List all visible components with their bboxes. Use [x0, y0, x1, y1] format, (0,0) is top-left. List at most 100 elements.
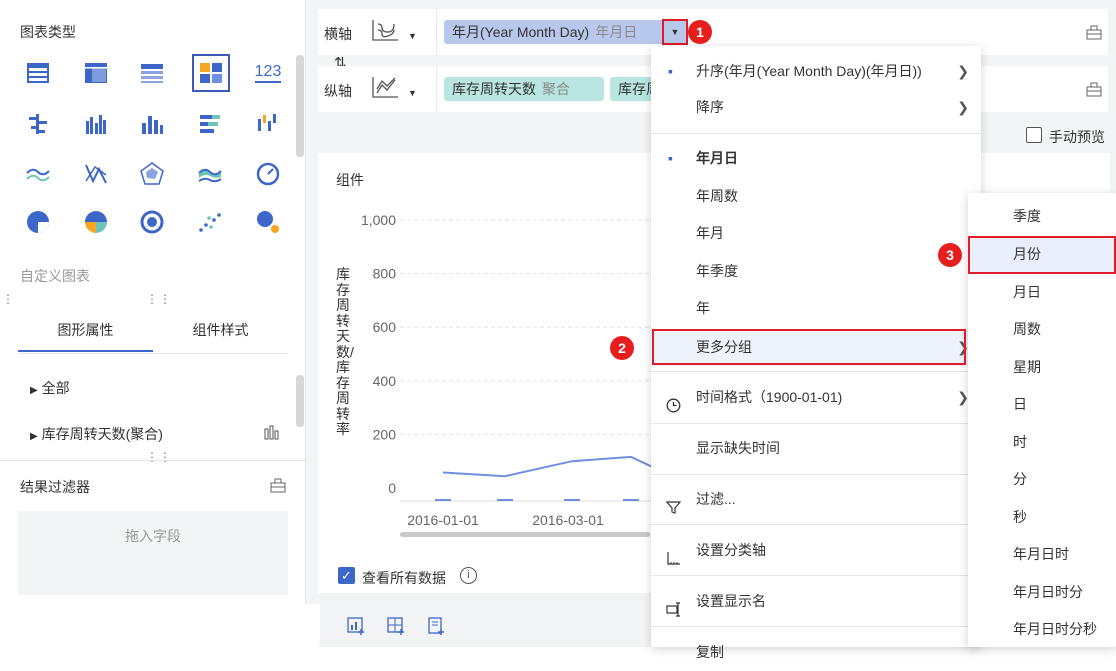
view-all-checkbox[interactable]: ✓	[338, 567, 355, 584]
submenu-item-ymdh[interactable]: 年月日时	[968, 536, 1116, 573]
menu-item-display-name[interactable]: 设置显示名	[651, 583, 981, 620]
parallel-line-icon[interactable]	[78, 156, 114, 192]
tree-item-all[interactable]: ▶ 全部	[30, 378, 70, 398]
submenu-item-hour[interactable]: 时	[968, 424, 1116, 461]
submenu-item-label: 日	[1013, 396, 1027, 412]
result-filter-title: 结果过滤器	[20, 479, 90, 495]
gauge-icon[interactable]	[250, 156, 286, 192]
menu-item-year-quarter[interactable]: 年季度	[651, 253, 981, 290]
menu-item-category-axis[interactable]: 设置分类轴	[651, 532, 981, 569]
menu-item-label: 时间格式（1900-01-01)	[696, 389, 843, 405]
chevron-right-icon: ❯	[957, 63, 969, 79]
column-icon[interactable]	[134, 106, 170, 142]
y-axis-field-chip-1[interactable]: 库存周转天数 聚合	[444, 77, 604, 101]
submenu-item-quarter[interactable]: 季度	[968, 198, 1116, 235]
radar-icon[interactable]	[134, 156, 170, 192]
menu-item-label: 显示缺失时间	[696, 440, 780, 456]
property-tabs: 图形属性 组件样式	[18, 310, 288, 352]
bubble-icon[interactable]	[250, 204, 286, 240]
stacked-bar-icon[interactable]	[192, 106, 228, 142]
chart-type-title: 图表类型	[20, 24, 76, 40]
menu-item-label: 升序(年月(Year Month Day)(年月日))	[696, 63, 922, 79]
submenu-item-label: 年月日时	[1013, 546, 1069, 562]
tab-graphic-properties[interactable]: 图形属性	[18, 310, 153, 352]
menu-divider	[651, 575, 981, 576]
chart-scrollbar[interactable]	[400, 532, 650, 537]
submenu-item-month-day[interactable]: 月日	[968, 274, 1116, 311]
y-axis-field-name: 库存周转天数	[452, 81, 536, 97]
drag-handle-icon[interactable]: ⋮⋮	[146, 450, 172, 464]
submenu-item-ymdhm[interactable]: 年月日时分	[968, 574, 1116, 611]
menu-item-filter[interactable]: 过滤...	[651, 481, 981, 518]
x-axis-field-chip[interactable]: 年月(Year Month Day) 年月日	[444, 20, 688, 44]
scatter-icon[interactable]	[192, 204, 228, 240]
grouped-bar-icon[interactable]	[78, 106, 114, 142]
rose-chart-icon[interactable]	[78, 204, 114, 240]
menu-item-descending[interactable]: 降序 ❯	[651, 89, 981, 126]
cross-table-icon[interactable]	[78, 55, 114, 91]
tab-divider	[18, 353, 288, 354]
tree-item-measure[interactable]: ▶ 库存周转天数(聚合)	[30, 424, 163, 444]
menu-item-copy[interactable]: 复制	[651, 634, 981, 671]
menu-item-year-week[interactable]: 年周数	[651, 178, 981, 215]
add-dashboard-icon[interactable]	[386, 616, 406, 639]
menu-item-ascending[interactable]: ▪ 升序(年月(Year Month Day)(年月日)) ❯	[651, 53, 981, 90]
number-icon[interactable]: 123	[250, 55, 286, 91]
splitter-handle-icon[interactable]: ⋮	[2, 292, 14, 306]
submenu-item-week-number[interactable]: 周数	[968, 311, 1116, 348]
info-icon[interactable]: i	[460, 567, 477, 584]
submenu-item-ymdhms[interactable]: 年月日时分秒	[968, 611, 1116, 648]
x-axis-field-grouping: 年月日	[595, 24, 638, 40]
manual-preview-checkbox[interactable]	[1026, 127, 1042, 143]
y-axis-type-icon[interactable]	[370, 75, 400, 104]
y-axis-settings-icon[interactable]	[1086, 81, 1102, 100]
y-tick-label: 1,000	[361, 212, 396, 228]
filter-drop-zone[interactable]: 拖入字段	[18, 511, 288, 595]
menu-item-label: 降序	[696, 99, 724, 115]
submenu-item-weekday[interactable]: 星期	[968, 349, 1116, 386]
x-axis-type-icon[interactable]	[370, 18, 400, 47]
menu-item-year-month[interactable]: 年月	[651, 215, 981, 252]
submenu-item-label: 年月日时分秒	[1013, 621, 1097, 637]
x-axis-settings-icon[interactable]	[1086, 24, 1102, 43]
submenu-item-label: 星期	[1013, 359, 1041, 375]
filter-settings-icon[interactable]	[270, 477, 286, 496]
submenu-item-minute[interactable]: 分	[968, 461, 1116, 498]
tab-component-style[interactable]: 组件样式	[153, 310, 288, 352]
x-axis-field-name: 年月(Year Month Day)	[452, 24, 590, 40]
chevron-right-icon: ❯	[957, 99, 969, 115]
pie-chart-icon[interactable]	[20, 204, 56, 240]
chart-type-scrollbar[interactable]	[296, 55, 304, 157]
drag-handle-icon[interactable]: ⋮⋮	[146, 292, 172, 306]
x-chip-dropdown-button[interactable]: ▼	[662, 19, 688, 45]
line-chart-icon[interactable]	[20, 156, 56, 192]
donut-chart-icon[interactable]	[134, 204, 170, 240]
add-report-icon[interactable]	[426, 616, 446, 639]
submenu-item-day[interactable]: 日	[968, 386, 1116, 423]
caret-down-icon[interactable]: ▼	[408, 31, 417, 41]
property-scrollbar[interactable]	[296, 375, 304, 427]
detail-table-icon[interactable]	[134, 55, 170, 91]
menu-item-year[interactable]: 年	[651, 290, 981, 327]
highlight-month	[968, 236, 1116, 274]
area-chart-icon[interactable]	[192, 156, 228, 192]
menu-item-show-missing-time[interactable]: 显示缺失时间	[651, 430, 981, 467]
highlight-more-grouping	[652, 329, 966, 365]
bar-chart-icon[interactable]	[264, 424, 280, 443]
menu-item-year-month-day[interactable]: ▪ 年月日	[651, 140, 981, 177]
menu-item-label: 过滤...	[696, 491, 736, 507]
menu-item-time-format[interactable]: 时间格式（1900-01-01) ❯	[651, 379, 981, 416]
waterfall-icon[interactable]	[250, 106, 286, 142]
zero-bar-mark	[435, 499, 451, 501]
component-title: 组件	[336, 172, 364, 188]
submenu-item-label: 月日	[1013, 284, 1041, 300]
submenu-item-second[interactable]: 秒	[968, 499, 1116, 536]
table-icon[interactable]	[20, 55, 56, 91]
dashboard-icon[interactable]	[192, 54, 230, 92]
add-chart-icon[interactable]	[346, 616, 366, 639]
y-tick-label: 800	[373, 266, 397, 282]
caret-down-icon[interactable]: ▼	[408, 88, 417, 98]
bar-horizontal-icon[interactable]	[20, 106, 56, 142]
menu-item-label: 年月	[696, 225, 724, 241]
y-tick-label: 600	[373, 319, 397, 335]
